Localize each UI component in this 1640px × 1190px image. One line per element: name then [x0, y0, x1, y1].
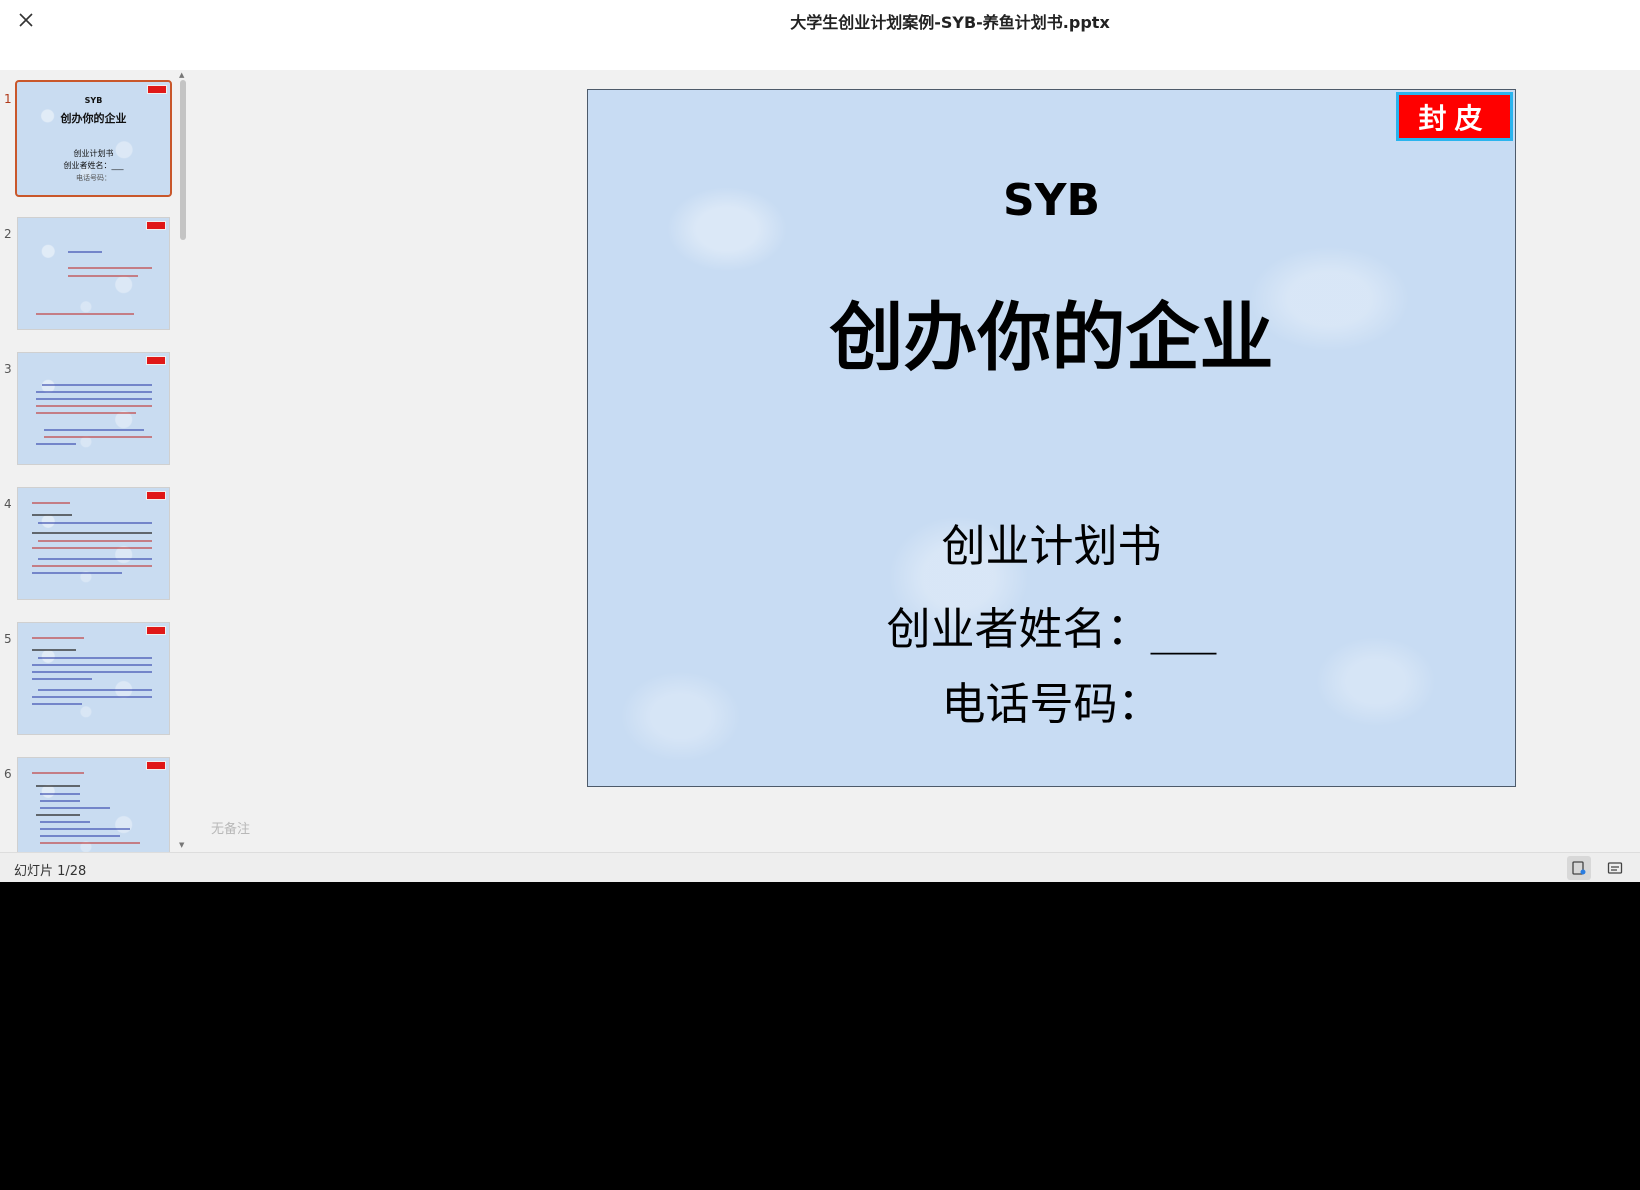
thumbnail-number: 3 [4, 362, 12, 376]
thumbnail-text: 创业计划书 [73, 149, 114, 158]
current-slide[interactable]: 封皮 SYB 创办你的企业 创业计划书 创业者姓名：___ 电话号码： [587, 89, 1516, 787]
thumbnail-text: SYB [84, 96, 103, 105]
thumbnail-tag [146, 221, 166, 230]
slide-name-label: 创业者姓名：___ [886, 604, 1217, 655]
notes-placeholder[interactable]: 无备注 [211, 818, 250, 837]
thumbnail-slide-4[interactable] [17, 487, 170, 600]
subtitle-view-button[interactable] [1603, 856, 1627, 880]
thumbnail-text: 电话号码： [76, 174, 111, 182]
thumbnail-slide-2[interactable] [17, 217, 170, 330]
thumbnail-scrollbar[interactable]: ▲ ▼ [178, 70, 188, 852]
notes-view-icon [1572, 861, 1586, 875]
status-bar: 幻灯片 1/28 [0, 852, 1640, 882]
cover-tag: 封皮 [1396, 92, 1513, 141]
slide-thumbnail-panel: 1 SYB 创办你的企业 创业计划书 创业者姓名：___ 电话号码： 2 3 4… [0, 70, 190, 852]
thumbnail-tag [146, 626, 166, 635]
notes-view-button[interactable] [1567, 856, 1591, 880]
slide-phone-label: 电话号码： [941, 679, 1162, 730]
slide-title: 创办你的企业 [829, 295, 1274, 381]
thumbnail-row-6: 6 [0, 753, 176, 852]
thumbnail-row-1: 1 SYB 创办你的企业 创业计划书 创业者姓名：___ 电话号码： [0, 78, 176, 198]
title-bar: 大学生创业计划案例-SYB-养鱼计划书.pptx [0, 0, 1640, 70]
thumbnail-number: 4 [4, 497, 12, 511]
document-title: 大学生创业计划案例-SYB-养鱼计划书.pptx [790, 13, 1110, 32]
thumbnail-tag [146, 491, 166, 500]
thumbnail-number: 6 [4, 767, 12, 781]
subtitles-icon [1607, 862, 1623, 874]
thumbnail-cover-tag [147, 85, 167, 94]
thumbnail-text: 创业者姓名：___ [63, 161, 124, 170]
thumbnail-number: 5 [4, 632, 12, 646]
thumbnail-row-2: 2 [0, 213, 176, 333]
scroll-thumb[interactable] [180, 80, 186, 240]
thumbnail-row-5: 5 [0, 618, 176, 738]
thumbnail-slide-1[interactable]: SYB 创办你的企业 创业计划书 创业者姓名：___ 电话号码： [15, 80, 172, 197]
slide-subtitle: 创业计划书 [941, 521, 1162, 572]
presentation-viewer: 大学生创业计划案例-SYB-养鱼计划书.pptx 1 SYB 创办你的企业 创业… [0, 0, 1640, 882]
scroll-down-arrow-icon[interactable]: ▼ [179, 841, 184, 849]
scroll-up-arrow-icon[interactable]: ▲ [179, 71, 184, 79]
thumbnail-tag [146, 761, 166, 770]
thumbnail-slide-3[interactable] [17, 352, 170, 465]
thumbnail-row-4: 4 [0, 483, 176, 603]
thumbnail-text: 创办你的企业 [60, 112, 127, 125]
thumbnail-slide-5[interactable] [17, 622, 170, 735]
thumbnail-number: 1 [4, 92, 12, 106]
slide-heading: SYB [1002, 175, 1101, 226]
thumbnail-slide-6[interactable] [17, 757, 170, 852]
thumbnail-number: 2 [4, 227, 12, 241]
slide-counter: 幻灯片 1/28 [14, 864, 87, 879]
thumbnail-tag [146, 356, 166, 365]
thumbnail-row-3: 3 [0, 348, 176, 468]
